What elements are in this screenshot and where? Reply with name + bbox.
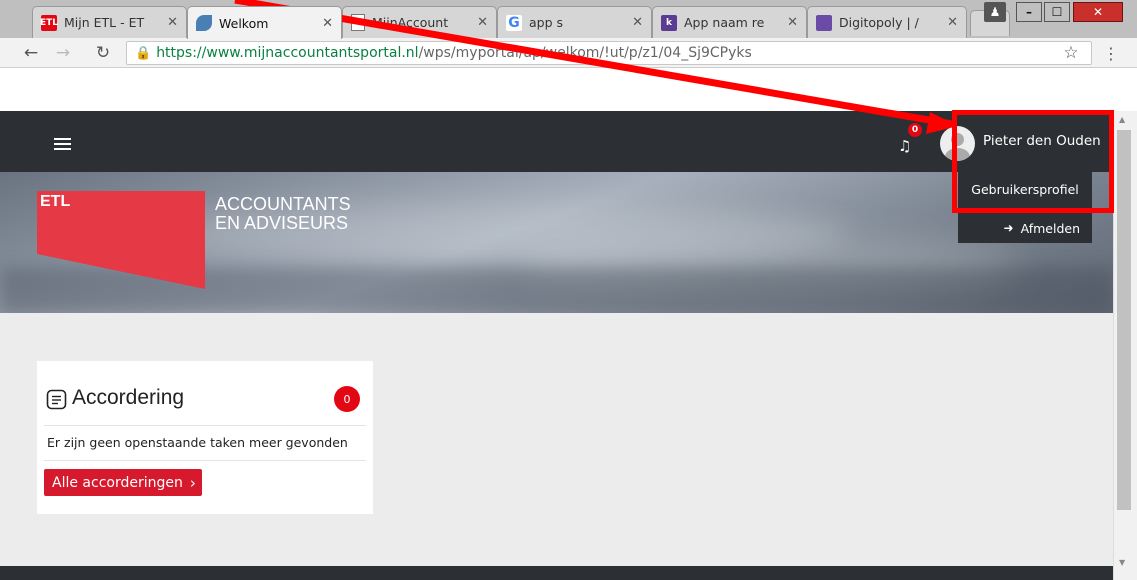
- tagline-line-1: ACCOUNTANTS: [215, 194, 351, 214]
- browser-tab-mijnaccount[interactable]: MijnAccount ✕: [342, 6, 497, 38]
- close-tab-icon[interactable]: ✕: [632, 15, 643, 30]
- forward-arrow-icon[interactable]: →: [52, 42, 74, 64]
- url-path: /wps/myportal/ap/welkom/!ut/p/z1/04_Sj9C…: [418, 45, 752, 61]
- browser-tab-digitopoly[interactable]: Digitopoly | / ✕: [807, 6, 967, 38]
- reload-icon[interactable]: ↻: [92, 42, 114, 64]
- close-tab-icon[interactable]: ✕: [477, 15, 488, 30]
- card-title: Accordering: [72, 386, 185, 409]
- notification-badge: 0: [908, 123, 922, 137]
- document-favicon-icon: [351, 14, 365, 31]
- hamburger-menu-icon[interactable]: [40, 126, 78, 158]
- card-divider: [44, 425, 366, 426]
- browser-tab-mijn-etl[interactable]: ETL Mijn ETL - ET ✕: [32, 6, 187, 38]
- all-approvals-button[interactable]: Alle accorderingen ›: [44, 469, 202, 496]
- portal-favicon-icon: [196, 15, 212, 31]
- tab-title: app s: [529, 15, 564, 30]
- close-tab-icon[interactable]: ✕: [947, 15, 958, 30]
- annotation-highlight-box: [952, 110, 1114, 213]
- tab-title: Digitopoly | /: [839, 15, 919, 30]
- scroll-up-icon[interactable]: ▲: [1119, 115, 1125, 124]
- tab-title: MijnAccount: [372, 15, 449, 30]
- lock-icon: 🔒: [135, 45, 152, 61]
- minimize-button[interactable]: –: [1016, 2, 1042, 22]
- address-bar[interactable]: 🔒 https://www.mijnaccountantsportal.nl /…: [126, 41, 1092, 65]
- user-profile-icon[interactable]: ♟: [984, 2, 1006, 22]
- browser-tab-google[interactable]: G app s ✕: [497, 6, 652, 38]
- scroll-down-icon[interactable]: ▼: [1119, 558, 1125, 567]
- tab-title: Welkom: [219, 15, 269, 31]
- k-favicon-icon: k: [661, 14, 677, 31]
- card-count-badge: 0: [334, 386, 360, 412]
- etl-favicon-icon: ETL: [40, 14, 58, 31]
- etl-logo-text: ETL: [40, 193, 71, 210]
- task-list-icon: [46, 389, 67, 410]
- brand-tagline: ACCOUNTANTS EN ADVISEURS: [215, 195, 351, 233]
- close-tab-icon[interactable]: ✕: [167, 15, 178, 30]
- google-favicon-icon: G: [506, 14, 522, 31]
- chevron-right-icon: ›: [189, 473, 196, 492]
- browser-tab-app-naam[interactable]: k App naam re ✕: [652, 6, 807, 38]
- tagline-line-2: EN ADVISEURS: [215, 213, 349, 233]
- notification-bell-icon[interactable]: ♫: [898, 137, 918, 157]
- page-footer: [0, 566, 1113, 580]
- tab-title: App naam re: [684, 15, 765, 30]
- bookmark-star-icon[interactable]: ☆: [1060, 42, 1082, 64]
- tab-title: Mijn ETL - ET: [64, 15, 145, 30]
- menu-item-logout[interactable]: ➜ Afmelden: [958, 214, 1092, 242]
- card-divider: [44, 460, 366, 461]
- close-tab-icon[interactable]: ✕: [787, 15, 798, 30]
- browser-tab-welkom[interactable]: Welkom ✕: [187, 6, 342, 39]
- back-arrow-icon[interactable]: ←: [20, 42, 42, 64]
- empty-state-text: Er zijn geen openstaande taken meer gevo…: [47, 435, 348, 450]
- url-host: https://www.mijnaccountantsportal.nl: [156, 45, 419, 61]
- browser-menu-icon[interactable]: ⋮: [1100, 42, 1122, 64]
- close-tab-icon[interactable]: ✕: [322, 16, 333, 31]
- site-favicon-icon: [816, 14, 832, 31]
- logout-icon: ➜: [1003, 221, 1014, 235]
- logout-label: Afmelden: [1020, 220, 1080, 236]
- scrollbar-thumb[interactable]: [1117, 130, 1131, 510]
- maximize-button[interactable]: ☐: [1044, 2, 1070, 22]
- button-label: Alle accorderingen: [52, 474, 183, 491]
- close-window-button[interactable]: ✕: [1073, 2, 1123, 22]
